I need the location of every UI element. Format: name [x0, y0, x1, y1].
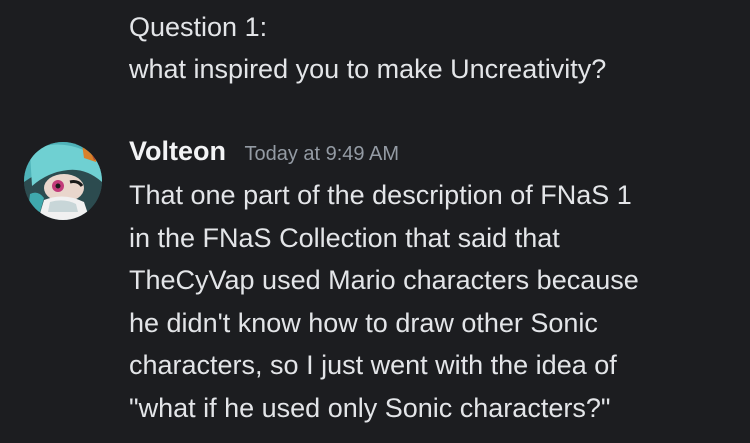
chat-view: Question 1: what inspired you to make Un… [0, 0, 750, 443]
message-line: "what if he used only Sonic characters?" [129, 392, 611, 423]
message-line: he didn't know how to draw other Sonic [129, 307, 598, 338]
timestamp[interactable]: Today at 9:49 AM [244, 143, 399, 165]
message-line: what inspired you to make Uncreativity? [129, 54, 607, 84]
message-line: That one part of the description of FNaS… [129, 180, 632, 210]
message-header: Volteon Today at 9:49 AM [129, 136, 399, 167]
username[interactable]: Volteon [129, 136, 226, 166]
message-line: characters, so I just went with the idea… [129, 350, 617, 380]
message-line: TheCyVap used Mario characters because [129, 265, 639, 295]
avatar-image [24, 142, 102, 220]
message-line: Question 1: [129, 12, 268, 42]
message-line: in the FNaS Collection that said that [129, 222, 560, 253]
previous-message: Question 1: what inspired you to make Un… [129, 6, 730, 90]
avatar[interactable] [24, 142, 102, 220]
message-content: That one part of the description of FNaS… [129, 174, 729, 429]
